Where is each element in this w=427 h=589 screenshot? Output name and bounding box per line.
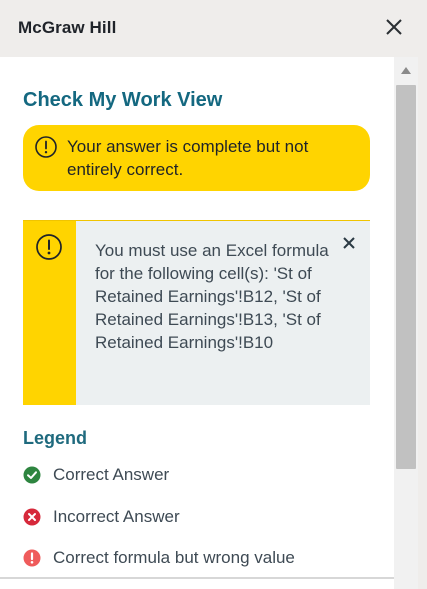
vertical-scrollbar[interactable] xyxy=(394,57,418,589)
legend-title: Legend xyxy=(23,428,88,448)
app-title: McGraw Hill xyxy=(18,18,117,37)
legend-item-incorrect: Incorrect Answer xyxy=(23,506,383,528)
scroll-thumb[interactable] xyxy=(396,85,416,469)
exclamation-circle-icon xyxy=(36,234,62,260)
legend-label: Incorrect Answer xyxy=(53,507,180,526)
close-panel-button[interactable] xyxy=(383,16,405,38)
close-icon xyxy=(343,237,355,249)
divider xyxy=(0,577,394,579)
scroll-up-arrow-icon[interactable] xyxy=(401,67,411,74)
top-bar: McGraw Hill xyxy=(0,0,427,57)
result-banner-text: Your answer is complete but not entirely… xyxy=(67,137,309,179)
close-icon xyxy=(386,19,402,35)
exclamation-circle-icon xyxy=(23,549,41,567)
check-circle-icon xyxy=(23,466,41,484)
warning-circle-icon xyxy=(35,136,57,158)
x-circle-icon xyxy=(23,508,41,526)
alert-message: You must use an Excel formula for the fo… xyxy=(95,241,329,352)
window-edge xyxy=(418,57,427,589)
legend-label: Correct Answer xyxy=(53,465,170,484)
legend-item-wrong-value: Correct formula but wrong value xyxy=(23,547,383,569)
page-title: Check My Work View xyxy=(23,89,223,111)
legend-label: Correct formula but wrong value xyxy=(53,548,295,567)
alert-close-button[interactable] xyxy=(341,235,357,251)
check-my-work-panel: Check My Work View Your answer is comple… xyxy=(0,57,394,589)
formula-alert: You must use an Excel formula for the fo… xyxy=(23,220,370,405)
result-banner: Your answer is complete but not entirely… xyxy=(23,125,370,191)
legend-item-correct: Correct Answer xyxy=(23,464,383,486)
